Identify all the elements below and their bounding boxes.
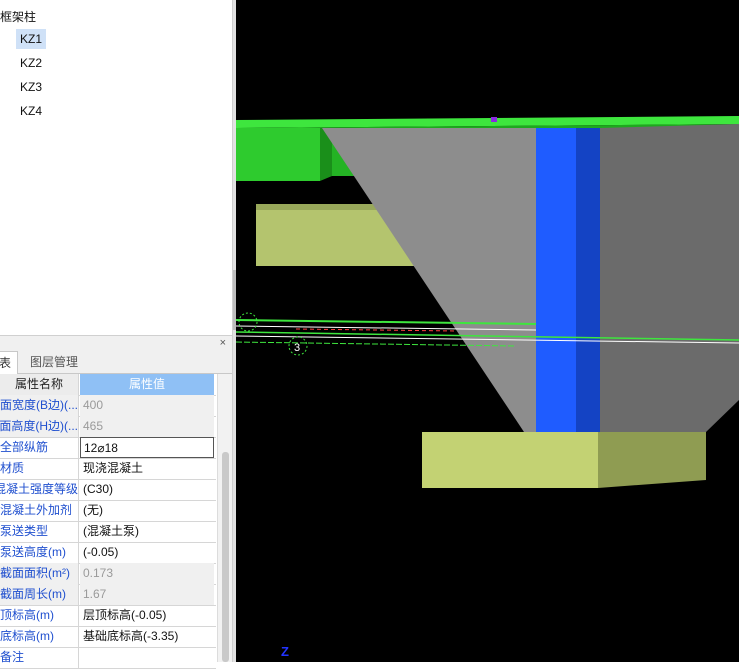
property-value[interactable]: 层顶标高(-0.05) bbox=[80, 605, 214, 626]
3d-viewport[interactable]: 3 Z bbox=[236, 0, 739, 662]
property-row[interactable]: 截面面积(m²) 0.173 bbox=[0, 563, 216, 585]
property-name: 备注 bbox=[0, 647, 79, 668]
column-front bbox=[536, 128, 576, 432]
property-row[interactable]: 截面宽度(B边)(... 400 bbox=[0, 395, 216, 417]
grid-marker-label: 3 bbox=[294, 342, 300, 354]
property-row[interactable]: 底标高(m) 基础底标高(-3.35) bbox=[0, 626, 216, 648]
property-row[interactable]: 全部纵筋 12⌀18 bbox=[0, 437, 216, 459]
tree-root-frame-column[interactable]: 框架柱 bbox=[0, 8, 36, 25]
slab-marker bbox=[491, 117, 497, 122]
base-footing-side bbox=[598, 432, 706, 488]
footing-slope bbox=[322, 128, 536, 432]
property-name: 材质 bbox=[0, 458, 79, 479]
footing-right-face bbox=[600, 124, 739, 432]
property-row[interactable]: 材质 现浇混凝土 bbox=[0, 458, 216, 480]
property-value[interactable]: (-0.05) bbox=[80, 542, 214, 563]
property-name: 全部纵筋 bbox=[0, 437, 79, 458]
grid-marker-icon bbox=[238, 312, 258, 332]
property-value[interactable]: (C30) bbox=[80, 479, 214, 500]
property-name: 截面面积(m²) bbox=[0, 563, 79, 584]
tab-properties[interactable]: 表 bbox=[0, 351, 19, 374]
property-value: 0.173 bbox=[80, 563, 214, 584]
property-value[interactable]: 基础底标高(-3.35) bbox=[80, 626, 214, 647]
property-name: 泵送高度(m) bbox=[0, 542, 79, 563]
tree-item-kz3[interactable]: KZ3 bbox=[16, 77, 46, 97]
green-beam-front bbox=[236, 128, 320, 181]
tree-item-kz4[interactable]: KZ4 bbox=[16, 101, 46, 121]
property-value[interactable]: (混凝土泵) bbox=[80, 521, 214, 542]
property-row[interactable]: 截面高度(H边)(... 465 bbox=[0, 416, 216, 438]
header-property-value: 属性值 bbox=[80, 374, 214, 395]
property-name: 顶标高(m) bbox=[0, 605, 79, 626]
left-panel: 框架柱 KZ1 KZ2 KZ3 KZ4 × 表 图层管理 属性名称 属性值 截面… bbox=[0, 0, 233, 669]
property-row[interactable]: 泵送高度(m) (-0.05) bbox=[0, 542, 216, 564]
property-value[interactable] bbox=[80, 647, 214, 668]
property-name: 混凝土强度等级 bbox=[0, 479, 79, 500]
property-row[interactable]: 顶标高(m) 层顶标高(-0.05) bbox=[0, 605, 216, 627]
property-row[interactable]: 混凝土外加剂 (无) bbox=[0, 500, 216, 522]
tab-layer-management[interactable]: 图层管理 bbox=[24, 351, 84, 373]
property-value: 1.67 bbox=[80, 584, 214, 605]
z-axis-label: Z bbox=[281, 644, 289, 659]
column-side bbox=[576, 128, 600, 432]
property-name: 泵送类型 bbox=[0, 521, 79, 542]
property-name: 底标高(m) bbox=[0, 626, 79, 647]
property-grid-scrollbar[interactable] bbox=[217, 374, 233, 662]
3d-scene: 3 bbox=[236, 116, 739, 488]
property-row[interactable]: 泵送类型 (混凝土泵) bbox=[0, 521, 216, 543]
property-value: 400 bbox=[80, 395, 214, 416]
property-name: 截面高度(H边)(... bbox=[0, 416, 79, 437]
property-name: 截面宽度(B边)(... bbox=[0, 395, 79, 416]
property-name: 截面周长(m) bbox=[0, 584, 79, 605]
property-value-editor[interactable]: 12⌀18 bbox=[80, 437, 214, 458]
tree-item-kz1[interactable]: KZ1 bbox=[16, 29, 47, 49]
rebar-line bbox=[295, 328, 457, 332]
property-value[interactable]: (无) bbox=[80, 500, 214, 521]
property-value[interactable]: 现浇混凝土 bbox=[80, 458, 214, 479]
property-name: 混凝土外加剂 bbox=[0, 500, 79, 521]
property-row[interactable]: 混凝土强度等级 (C30) bbox=[0, 479, 216, 501]
scrollbar-thumb[interactable] bbox=[222, 452, 229, 662]
property-grid-header: 属性名称 属性值 bbox=[0, 374, 216, 396]
property-value: 465 bbox=[80, 416, 214, 437]
tree-item-kz2[interactable]: KZ2 bbox=[16, 53, 46, 73]
base-footing-front bbox=[422, 432, 598, 488]
close-icon[interactable]: × bbox=[220, 336, 226, 350]
property-row[interactable]: 截面周长(m) 1.67 bbox=[0, 584, 216, 606]
properties-panel-header: × bbox=[0, 335, 232, 351]
property-row[interactable]: 备注 bbox=[0, 647, 216, 669]
properties-tabs: 表 图层管理 bbox=[0, 351, 232, 374]
header-property-name: 属性名称 bbox=[0, 374, 79, 395]
component-tree: 框架柱 KZ1 KZ2 KZ3 KZ4 bbox=[0, 0, 232, 335]
